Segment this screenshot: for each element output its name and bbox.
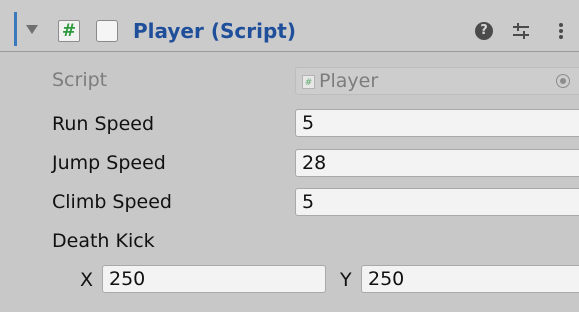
run-speed-label: Run Speed bbox=[52, 113, 155, 135]
death-kick-y-input[interactable]: 250 bbox=[361, 265, 579, 293]
death-kick-y-label[interactable]: Y bbox=[340, 269, 352, 291]
kebab-menu-icon[interactable] bbox=[557, 20, 565, 42]
object-picker-icon[interactable] bbox=[556, 74, 570, 88]
script-label: Script bbox=[52, 69, 108, 91]
presets-icon[interactable] bbox=[511, 20, 531, 42]
climb-speed-label: Climb Speed bbox=[52, 191, 172, 213]
script-file-icon: # bbox=[302, 74, 315, 89]
death-kick-label: Death Kick bbox=[52, 230, 155, 252]
component-title: Player (Script) bbox=[133, 19, 296, 43]
help-icon[interactable]: ? bbox=[475, 22, 493, 40]
component-header[interactable]: # Player (Script) ? bbox=[0, 0, 579, 52]
selection-accent bbox=[14, 12, 17, 46]
script-object-field: # Player bbox=[295, 67, 579, 95]
foldout-arrow-icon[interactable] bbox=[26, 25, 38, 34]
enable-checkbox[interactable] bbox=[96, 20, 118, 42]
run-speed-input[interactable]: 5 bbox=[295, 109, 579, 137]
jump-speed-input[interactable]: 28 bbox=[295, 149, 579, 177]
death-kick-x-label[interactable]: X bbox=[80, 269, 93, 291]
jump-speed-label: Jump Speed bbox=[52, 152, 166, 174]
script-icon: # bbox=[58, 20, 80, 42]
inspector-component: # Player (Script) ? Script # Player Run S… bbox=[0, 0, 579, 312]
script-object-value: Player bbox=[319, 70, 379, 92]
death-kick-x-input[interactable]: 250 bbox=[102, 265, 326, 293]
climb-speed-input[interactable]: 5 bbox=[295, 188, 579, 216]
